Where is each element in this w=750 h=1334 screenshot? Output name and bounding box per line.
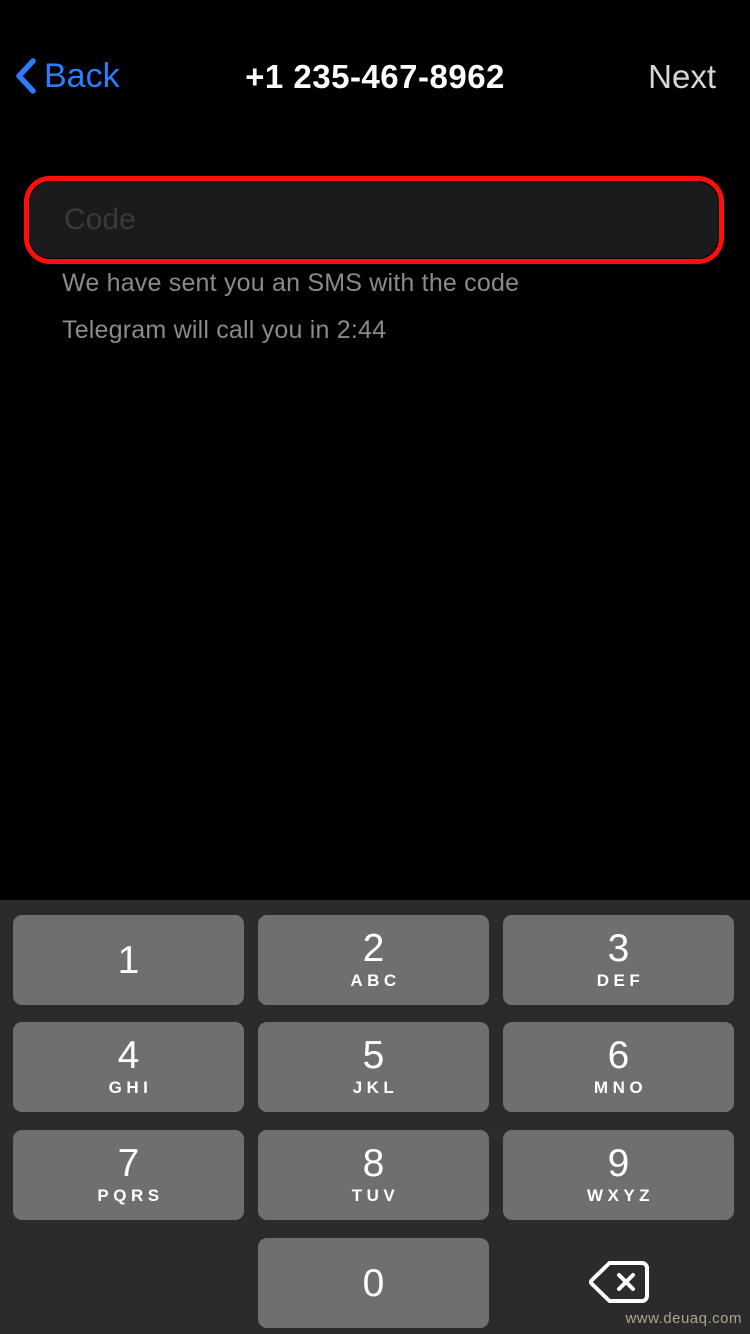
key-digit: 5 <box>362 1034 385 1077</box>
key-8[interactable]: 8 TUV <box>258 1130 489 1220</box>
watermark: www.deuaq.com <box>625 1310 742 1327</box>
key-digit: 8 <box>362 1142 385 1185</box>
keypad-empty-slot <box>13 1238 244 1328</box>
key-letters: JKL <box>352 1078 399 1097</box>
key-digit: 6 <box>607 1034 630 1077</box>
key-digit: 3 <box>607 927 630 970</box>
keypad-row-2: 4 GHI 5 JKL 6 MNO <box>0 1022 750 1112</box>
key-0[interactable]: 0 <box>258 1238 489 1328</box>
numeric-keypad: 1 2 ABC 3 DEF 4 GHI 5 JKL 6 MNO 7 PQRS 8… <box>0 900 750 1334</box>
key-4[interactable]: 4 GHI <box>13 1022 244 1112</box>
code-input[interactable] <box>30 182 718 258</box>
key-digit: 0 <box>362 1262 385 1305</box>
key-7[interactable]: 7 PQRS <box>13 1130 244 1220</box>
key-letters: MNO <box>593 1078 648 1097</box>
navigation-bar: Back +1 235-467-8962 Next <box>0 0 750 148</box>
key-1[interactable]: 1 <box>13 915 244 1005</box>
key-digit: 4 <box>117 1034 140 1077</box>
page-title-phone-number: +1 235-467-8962 <box>245 58 505 95</box>
phone-screen: Back +1 235-467-8962 Next We have sent y… <box>0 0 750 1334</box>
key-digit: 7 <box>117 1142 140 1185</box>
key-letters: WXYZ <box>586 1186 655 1205</box>
key-3[interactable]: 3 DEF <box>503 915 734 1005</box>
key-digit: 9 <box>607 1142 630 1185</box>
code-field-container <box>24 176 724 264</box>
key-letters: GHI <box>108 1078 153 1097</box>
key-6[interactable]: 6 MNO <box>503 1022 734 1112</box>
key-2[interactable]: 2 ABC <box>258 915 489 1005</box>
key-9[interactable]: 9 WXYZ <box>503 1130 734 1220</box>
key-5[interactable]: 5 JKL <box>258 1022 489 1112</box>
hint-sms-sent: We have sent you an SMS with the code <box>62 269 520 297</box>
key-letters: PQRS <box>97 1186 164 1205</box>
next-button[interactable]: Next <box>648 58 716 96</box>
key-digit: 1 <box>117 939 140 982</box>
key-letters: TUV <box>351 1186 400 1205</box>
key-letters: DEF <box>596 971 645 990</box>
keypad-row-3: 7 PQRS 8 TUV 9 WXYZ <box>0 1130 750 1220</box>
backspace-delete-icon <box>588 1259 650 1308</box>
key-letters: ABC <box>350 971 401 990</box>
hint-call-timer: Telegram will call you in 2:44 <box>62 316 387 344</box>
keypad-row-1: 1 2 ABC 3 DEF <box>0 915 750 1005</box>
key-digit: 2 <box>362 927 385 970</box>
